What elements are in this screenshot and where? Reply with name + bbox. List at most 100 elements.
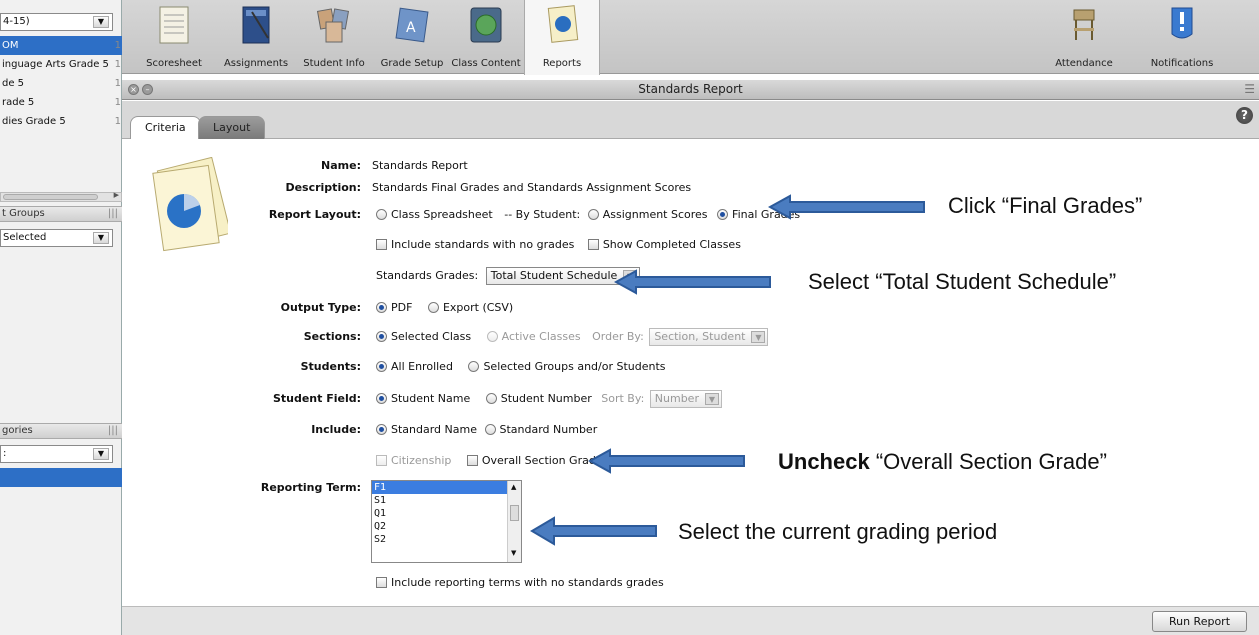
sidebar-item-label: de 5 bbox=[2, 78, 25, 89]
list-item[interactable]: Q1 bbox=[372, 507, 521, 520]
top-toolbar: Scoresheet Assignments Student Info A Gr… bbox=[122, 0, 1259, 75]
categories-select[interactable]: : ▼ bbox=[0, 445, 113, 463]
toolbar-attendance[interactable]: Attendance bbox=[1046, 0, 1122, 74]
sidebar-item-label: OM bbox=[2, 40, 19, 51]
checkbox-show-completed[interactable] bbox=[587, 239, 599, 250]
grip-icon[interactable]: ||| bbox=[108, 207, 118, 221]
scroll-right-icon[interactable]: ▶ bbox=[114, 191, 119, 199]
toolbar-label: Grade Setup bbox=[380, 58, 444, 69]
arrow-final-grades bbox=[768, 194, 925, 220]
radio-student-number[interactable] bbox=[485, 393, 497, 404]
checkbox-label: Overall Section Grade bbox=[481, 454, 603, 467]
sections-label: Sections: bbox=[303, 330, 361, 343]
radio-label: Class Spreadsheet bbox=[391, 208, 493, 221]
list-item[interactable]: F1 bbox=[372, 481, 521, 494]
annotation-grading-period: Select the current grading period bbox=[678, 519, 998, 544]
reporting-term-label: Reporting Term: bbox=[260, 481, 361, 494]
description-value: Standards Final Grades and Standards Ass… bbox=[372, 181, 692, 194]
checkbox-overall-section-grade[interactable] bbox=[466, 455, 478, 466]
sidebar-item-category[interactable] bbox=[0, 468, 122, 487]
checkbox-include-no-grades[interactable] bbox=[376, 239, 387, 250]
chevron-down-icon: ▼ bbox=[93, 16, 109, 28]
toolbar-notifications[interactable]: Notifications bbox=[1144, 0, 1220, 74]
radio-label: Assignment Scores bbox=[602, 208, 708, 221]
chevron-down-icon: ▼ bbox=[93, 232, 109, 244]
student-field-label: Student Field: bbox=[272, 392, 361, 405]
notifications-icon bbox=[1171, 7, 1193, 39]
radio-final-grades[interactable] bbox=[717, 209, 729, 220]
scroll-down-icon[interactable]: ▼ bbox=[511, 549, 516, 557]
sections-options: Selected Class Active Classes Order By: … bbox=[376, 328, 769, 346]
sidebar-item-class[interactable]: rade 5 1 bbox=[0, 93, 122, 112]
radio-pdf[interactable] bbox=[376, 302, 387, 313]
radio-label: Export (CSV) bbox=[442, 301, 514, 314]
checkbox-include-terms-no-grades[interactable] bbox=[376, 577, 387, 588]
annotation-final-grades: Click “Final Grades” bbox=[948, 193, 1143, 218]
radio-standard-name[interactable] bbox=[376, 424, 387, 435]
radio-student-name[interactable] bbox=[376, 393, 387, 404]
scrollbar-thumb[interactable] bbox=[510, 505, 519, 521]
window-title: Standards Report bbox=[638, 82, 743, 96]
sidebar-scrollbar[interactable]: ▶ bbox=[0, 191, 122, 202]
radio-class-spreadsheet[interactable] bbox=[376, 209, 387, 220]
order-by-label: Order By: bbox=[592, 330, 644, 343]
chevron-down-icon: ▼ bbox=[704, 393, 719, 405]
run-report-button[interactable]: Run Report bbox=[1152, 611, 1247, 632]
name-label: Name: bbox=[321, 159, 361, 172]
svg-text:A: A bbox=[406, 20, 416, 36]
toolbar-assignments[interactable]: Assignments bbox=[218, 0, 294, 74]
toolbar-label: Notifications bbox=[1150, 58, 1214, 69]
term-select[interactable]: 4-15) ▼ bbox=[0, 13, 113, 31]
grip-icon[interactable]: ||| bbox=[108, 424, 118, 438]
checkbox-citizenship[interactable] bbox=[376, 455, 387, 466]
radio-label: Selected Groups and/or Students bbox=[483, 360, 666, 373]
sidebar-item-class[interactable]: dies Grade 5 1 bbox=[0, 112, 122, 131]
list-item[interactable]: S1 bbox=[372, 494, 521, 507]
annotation-uncheck: Uncheck “Overall Section Grade” bbox=[778, 449, 1107, 475]
toolbar-reports[interactable]: Reports bbox=[524, 0, 600, 75]
sidebar-item-class[interactable]: de 5 1 bbox=[0, 74, 122, 93]
sidebar-item-class[interactable]: inguage Arts Grade 5 1 bbox=[0, 55, 122, 74]
toolbar-class-content[interactable]: Class Content bbox=[448, 0, 524, 74]
order-by-select[interactable]: Section, Student ▼ bbox=[649, 328, 769, 346]
sidebar-item-label: inguage Arts Grade 5 bbox=[2, 59, 109, 70]
annotation-total-schedule: Select “Total Student Schedule” bbox=[808, 269, 1117, 294]
radio-assignment-scores[interactable] bbox=[587, 209, 599, 220]
report-layout-options: Class Spreadsheet -- By Student: Assignm… bbox=[376, 208, 800, 221]
annotation-uncheck-rest: “Overall Section Grade” bbox=[869, 449, 1107, 474]
sidebar-item-class[interactable]: OM 1 bbox=[0, 36, 122, 55]
class-content-icon bbox=[470, 7, 502, 43]
scroll-up-icon[interactable]: ▲ bbox=[511, 483, 516, 491]
radio-standard-number[interactable] bbox=[484, 424, 496, 435]
tab-criteria[interactable]: Criteria bbox=[130, 116, 201, 140]
radio-selected-groups[interactable] bbox=[468, 361, 480, 372]
toolbar-student-info[interactable]: Student Info bbox=[296, 0, 372, 74]
radio-all-enrolled[interactable] bbox=[376, 361, 387, 372]
sort-by-label: Sort By: bbox=[601, 392, 645, 405]
checkbox-label: Show Completed Classes bbox=[602, 238, 741, 251]
groups-select[interactable]: Selected ▼ bbox=[0, 229, 113, 247]
list-scrollbar[interactable]: ▲ ▼ bbox=[507, 481, 521, 562]
toolbar-label: Class Content bbox=[451, 58, 521, 69]
list-item[interactable]: Q2 bbox=[372, 520, 521, 533]
help-icon[interactable]: ? bbox=[1236, 107, 1253, 124]
include-label: Include: bbox=[311, 423, 361, 436]
radio-label: Student Number bbox=[500, 392, 592, 405]
annotation-uncheck-bold: Uncheck bbox=[778, 449, 870, 474]
toolbar-grade-setup[interactable]: A Grade Setup bbox=[374, 0, 450, 74]
radio-csv[interactable] bbox=[427, 302, 439, 313]
radio-active-classes[interactable] bbox=[486, 331, 498, 342]
toolbar-scoresheet[interactable]: Scoresheet bbox=[136, 0, 212, 74]
tab-layout[interactable]: Layout bbox=[198, 116, 266, 139]
toolbar-label: Student Info bbox=[303, 58, 365, 69]
list-item[interactable]: S2 bbox=[372, 533, 521, 546]
sort-by-value: Number bbox=[654, 392, 699, 405]
grade-setup-icon: A bbox=[395, 7, 429, 43]
reporting-term-list[interactable]: F1 S1 Q1 Q2 S2 ▲ ▼ bbox=[371, 480, 522, 563]
radio-selected-class[interactable] bbox=[376, 331, 387, 342]
menu-icon[interactable]: ☰ bbox=[1244, 82, 1255, 96]
arrow-total-schedule bbox=[614, 269, 771, 295]
student-field-options: Student Name Student Number Sort By: Num… bbox=[376, 390, 722, 408]
scrollbar-thumb[interactable] bbox=[3, 194, 98, 200]
sort-by-select[interactable]: Number ▼ bbox=[649, 390, 722, 408]
